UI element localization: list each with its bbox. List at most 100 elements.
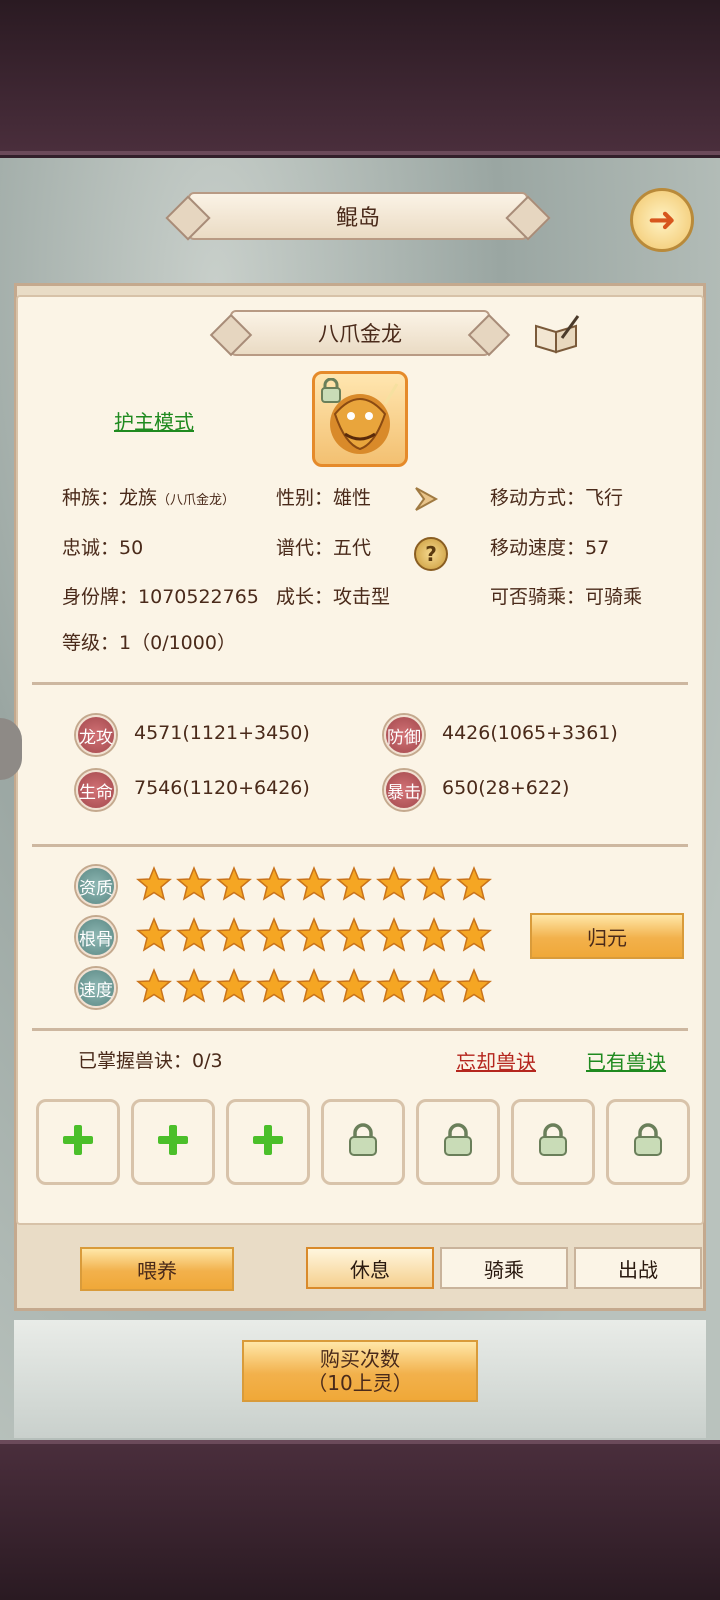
gender-switch-icon[interactable] bbox=[412, 484, 448, 514]
star-icon bbox=[136, 968, 172, 1008]
move-type-row: 移动方式：飞行 bbox=[490, 483, 623, 510]
star-icon bbox=[336, 968, 372, 1008]
move-type-label: 移动方式： bbox=[490, 487, 586, 509]
skill-slot-add[interactable] bbox=[226, 1099, 310, 1185]
star-icon bbox=[376, 917, 412, 957]
star-icon bbox=[216, 866, 252, 906]
lock-icon bbox=[347, 1123, 379, 1161]
plus-icon bbox=[156, 1123, 190, 1161]
rideable-label: 可否骑乘： bbox=[490, 586, 586, 608]
star-icon bbox=[376, 866, 412, 906]
id-label: 身份牌： bbox=[62, 586, 139, 608]
generation-label: 谱代： bbox=[276, 537, 334, 559]
buy-times-cost: （10上灵） bbox=[307, 1371, 413, 1395]
id-value: 1070522765 bbox=[138, 586, 259, 608]
reset-button[interactable]: 归元 bbox=[530, 913, 684, 959]
star-icon bbox=[256, 866, 292, 906]
owned-skills-link[interactable]: 已有兽诀 bbox=[586, 1046, 666, 1075]
skill-slot-add[interactable] bbox=[131, 1099, 215, 1185]
move-speed-label: 移动速度： bbox=[490, 537, 586, 559]
star-icon bbox=[336, 866, 372, 906]
skill-slot-locked bbox=[606, 1099, 690, 1185]
feed-button-label: 喂养 bbox=[137, 1258, 177, 1283]
star-icon bbox=[296, 866, 332, 906]
star-icon bbox=[176, 866, 212, 906]
pet-avatar[interactable] bbox=[312, 371, 408, 467]
lock-icon bbox=[442, 1123, 474, 1161]
level-label: 等级： bbox=[62, 632, 120, 654]
bone-badge: 根骨 bbox=[76, 917, 116, 957]
growth-row: 成长：攻击型 bbox=[276, 582, 390, 609]
growth-label: 成长： bbox=[276, 586, 334, 608]
race-value: 龙族 bbox=[119, 487, 158, 509]
speed-badge: 速度 bbox=[76, 968, 116, 1008]
rest-button[interactable]: 休息 bbox=[306, 1247, 434, 1289]
star-icon bbox=[256, 917, 292, 957]
star-icon bbox=[256, 968, 292, 1008]
skill-slot-add[interactable] bbox=[36, 1099, 120, 1185]
loyalty-row: 忠诚：50 bbox=[62, 533, 143, 560]
star-icon bbox=[136, 866, 172, 906]
plus-icon bbox=[251, 1123, 285, 1161]
aptitude-stars bbox=[136, 866, 492, 906]
level-value: 1（0/1000） bbox=[119, 632, 236, 654]
skills-mastered: 已掌握兽诀：0/3 bbox=[78, 1046, 223, 1073]
race-subvalue: （八爪金龙） bbox=[157, 493, 236, 508]
book-icon[interactable] bbox=[532, 314, 582, 354]
back-arrow-icon: ➜ bbox=[647, 200, 677, 240]
star-icon bbox=[136, 917, 172, 957]
star-icon bbox=[456, 866, 492, 906]
skill-slot-locked bbox=[416, 1099, 500, 1185]
lock-icon bbox=[632, 1123, 664, 1161]
guard-mode-link[interactable]: 护主模式 bbox=[114, 406, 194, 435]
star-icon bbox=[456, 968, 492, 1008]
divider bbox=[32, 682, 688, 685]
star-icon bbox=[416, 917, 452, 957]
battle-button-label: 出战 bbox=[618, 1257, 658, 1282]
battle-button[interactable]: 出战 bbox=[574, 1247, 702, 1289]
race-row: 种族：龙族（八爪金龙） bbox=[62, 483, 235, 510]
skills-mastered-label: 已掌握兽诀： bbox=[78, 1050, 193, 1072]
gender-value: 雄性 bbox=[333, 487, 372, 509]
bottom-frame bbox=[0, 1440, 720, 1600]
star-icon bbox=[456, 917, 492, 957]
star-icon bbox=[216, 917, 252, 957]
move-speed-row: 移动速度：57 bbox=[490, 533, 609, 560]
loyalty-value: 50 bbox=[119, 537, 144, 559]
help-icon[interactable]: ? bbox=[414, 537, 448, 571]
move-speed-value: 57 bbox=[585, 537, 610, 559]
buy-times-button[interactable]: 购买次数 （10上灵） bbox=[242, 1340, 478, 1402]
forget-skill-link[interactable]: 忘却兽诀 bbox=[456, 1046, 536, 1075]
star-icon bbox=[376, 968, 412, 1008]
star-icon bbox=[416, 866, 452, 906]
hp-value: 7546(1120+6426) bbox=[134, 777, 310, 799]
page-title-text: 鲲岛 bbox=[335, 206, 380, 231]
star-icon bbox=[176, 917, 212, 957]
crit-value: 650(28+622) bbox=[442, 777, 570, 799]
loyalty-label: 忠诚： bbox=[62, 537, 120, 559]
feed-button[interactable]: 喂养 bbox=[80, 1247, 234, 1291]
star-icon bbox=[176, 968, 212, 1008]
plus-icon bbox=[61, 1123, 95, 1161]
skill-slot-locked bbox=[321, 1099, 405, 1185]
id-row: 身份牌：1070522765 bbox=[62, 582, 259, 609]
skills-mastered-value: 0/3 bbox=[192, 1050, 223, 1072]
lock-icon bbox=[321, 378, 341, 403]
star-icon bbox=[336, 917, 372, 957]
generation-value: 五代 bbox=[333, 537, 372, 559]
divider bbox=[32, 1028, 688, 1031]
page-title: 鲲岛 bbox=[188, 192, 528, 240]
generation-row: 谱代：五代 bbox=[276, 533, 371, 560]
back-button[interactable]: ➜ bbox=[630, 188, 694, 252]
rideable-row: 可否骑乘：可骑乘 bbox=[490, 582, 642, 609]
ride-button[interactable]: 骑乘 bbox=[440, 1247, 568, 1289]
attack-badge: 龙攻 bbox=[76, 715, 116, 755]
ride-button-label: 骑乘 bbox=[484, 1257, 524, 1282]
bone-stars bbox=[136, 917, 492, 957]
star-icon bbox=[216, 968, 252, 1008]
star-icon bbox=[296, 968, 332, 1008]
move-type-value: 飞行 bbox=[585, 487, 624, 509]
pet-name: 八爪金龙 bbox=[318, 322, 402, 346]
divider bbox=[32, 844, 688, 847]
star-icon bbox=[416, 968, 452, 1008]
